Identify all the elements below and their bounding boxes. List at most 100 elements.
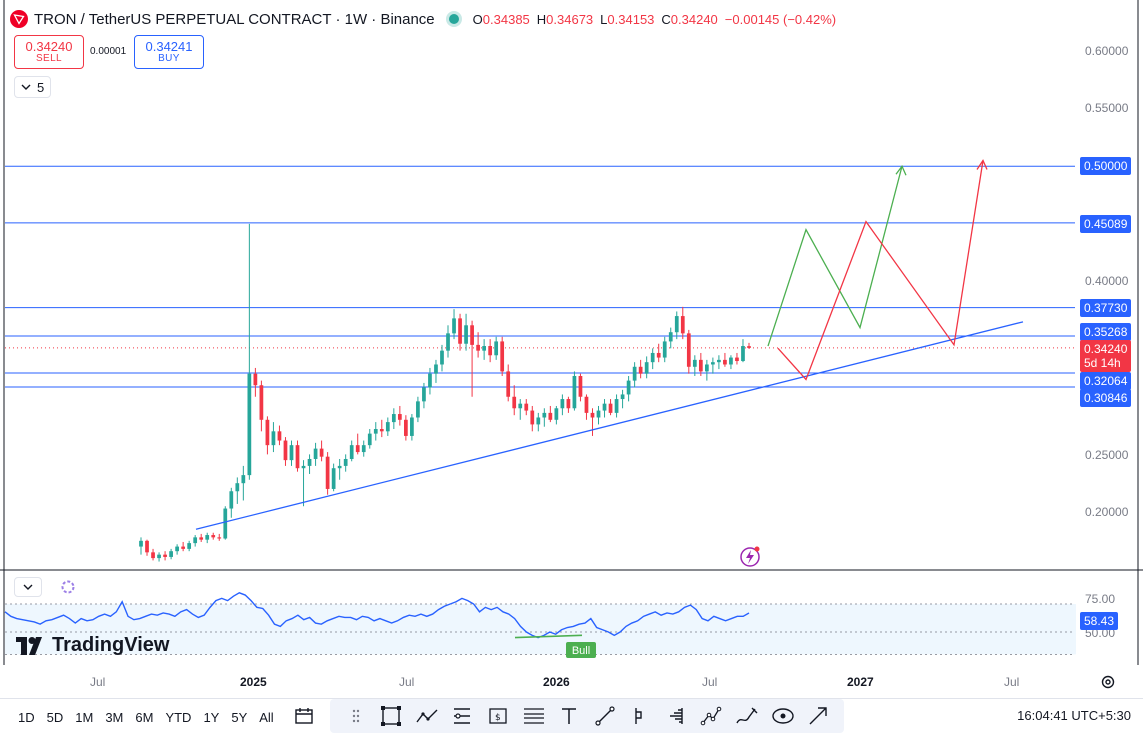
timeframe-6m[interactable]: 6M [129,710,159,725]
price-tag-level[interactable]: 0.37730 [1080,299,1132,317]
candle-body [626,380,631,395]
timeframe-5y[interactable]: 5Y [225,710,253,725]
candle-body [518,403,523,409]
timeframe-ytd[interactable]: YTD [159,710,197,725]
candle-body [193,537,198,544]
candle-body [349,445,354,459]
price-axis-label: 0.60000 [1085,44,1129,58]
candle-body [524,403,529,411]
price-tag-level[interactable]: 0.32064 [1080,372,1132,390]
buy-label: BUY [158,52,180,64]
brush-tool-icon[interactable] [734,703,760,729]
path-tool-icon[interactable] [414,703,440,729]
text-tool-icon[interactable] [556,703,582,729]
rsi-value-tag[interactable]: 58.43 [1080,612,1119,630]
rectangle-tool-icon[interactable] [378,703,404,729]
price-tag-level[interactable]: 0.30846 [1080,389,1132,407]
candle-body [373,429,378,434]
current-price-tag[interactable]: 0.34240 5d 14h [1080,340,1132,372]
chart-settings-button[interactable] [1098,672,1118,692]
long-position-icon[interactable] [449,703,475,729]
eye-icon[interactable] [770,703,796,729]
sell-label: SELL [35,52,63,64]
candle-body [650,352,655,363]
time-axis-label: Jul [399,675,415,689]
candle-body [735,357,739,362]
anchored-volume-icon[interactable] [663,703,689,729]
price-range-icon[interactable]: $ [485,703,511,729]
bars-pattern-icon[interactable] [627,703,653,729]
candle-body [542,412,547,418]
buy-button[interactable]: 0.34241 BUY [134,35,204,69]
symbol-title[interactable]: TRON / TetherUS PERPETUAL CONTRACT · 1W … [34,11,435,28]
timeframe-5d[interactable]: 5D [41,710,70,725]
ohlc-o-label: O [472,11,483,27]
sell-price: 0.34240 [25,38,73,54]
fib-retracement-icon[interactable] [521,703,547,729]
candle-body [704,364,709,372]
timeframe-all[interactable]: All [253,710,279,725]
rsi-collapse-button[interactable] [14,577,42,597]
candle-body [391,414,396,423]
timeframe-1m[interactable]: 1M [69,710,99,725]
candle-body [404,419,408,436]
chart-area[interactable]: Bull TRON / TetherUS PERPETUAL CONTRACT … [0,0,1143,735]
chevron-down-icon [23,584,33,590]
sell-button[interactable]: 0.34240 SELL [14,35,84,69]
market-status-icon[interactable] [448,14,459,24]
price-tag-level[interactable]: 0.35268 [1080,323,1132,341]
candle-body [464,325,468,344]
price-axis-label: 0.25000 [1085,448,1129,462]
candle-body [157,554,161,559]
clock-timezone[interactable]: 16:04:41 UTC+5:30 [1017,708,1131,723]
pattern-tool-icon[interactable] [698,703,724,729]
candle-body [680,316,685,334]
candle-body [271,431,276,446]
date-range-button[interactable] [290,703,318,729]
candle-body [295,445,300,469]
candle-body [632,366,637,381]
timeframe-1d[interactable]: 1D [12,710,41,725]
candle-body [337,465,342,469]
notification-dot-icon [754,546,760,552]
candle-body [482,346,486,351]
candle-body [283,440,288,461]
candle-body [422,387,426,402]
price-tag-level[interactable]: 0.45089 [1080,215,1132,233]
drag-handle-icon[interactable] [343,703,369,729]
ascending-trendline [195,321,1024,530]
candle-body [307,458,312,466]
chart-canvas[interactable]: Bull [0,0,1143,735]
timeframe-3m[interactable]: 3M [99,710,129,725]
ohlc-open: 0.34385 [482,11,530,27]
candle-body [548,412,553,420]
candle-body [235,483,240,492]
candle-body [512,396,517,409]
candle-body [476,344,480,351]
candle-body [554,408,559,420]
candle-body [602,403,607,411]
current-price: 0.34240 [1084,341,1128,356]
time-axis-label: Jul [702,675,718,689]
candle-body [566,399,571,409]
price-tag-level[interactable]: 0.50000 [1080,157,1132,175]
timeframe-1y[interactable]: 1Y [197,710,225,725]
rsi-axis-label: 75.00 [1085,592,1116,606]
candle-body [277,431,282,441]
trend-line-icon[interactable] [592,703,618,729]
candle-body [638,366,643,374]
lightning-bolt-icon [746,550,754,564]
candle-body [729,357,733,365]
arrow-tool-icon[interactable] [805,703,831,729]
candle-body [644,362,649,374]
candle-body [313,448,318,459]
candle-body [500,341,505,372]
tradingview-logo[interactable]: TradingView [16,634,169,657]
candle-body [187,543,192,549]
indicators-collapse-button[interactable]: 5 [14,76,52,98]
rsi-loading-icon[interactable] [58,577,78,597]
candle-body [596,410,601,418]
ohlc-values: O0.34385 H0.34673 L0.34153 C0.34240 −0.0… [473,12,836,27]
candle-body [265,419,270,446]
timeframe-selector: 1D 5D 1M 3M 6M YTD 1Y 5Y All [0,710,280,725]
